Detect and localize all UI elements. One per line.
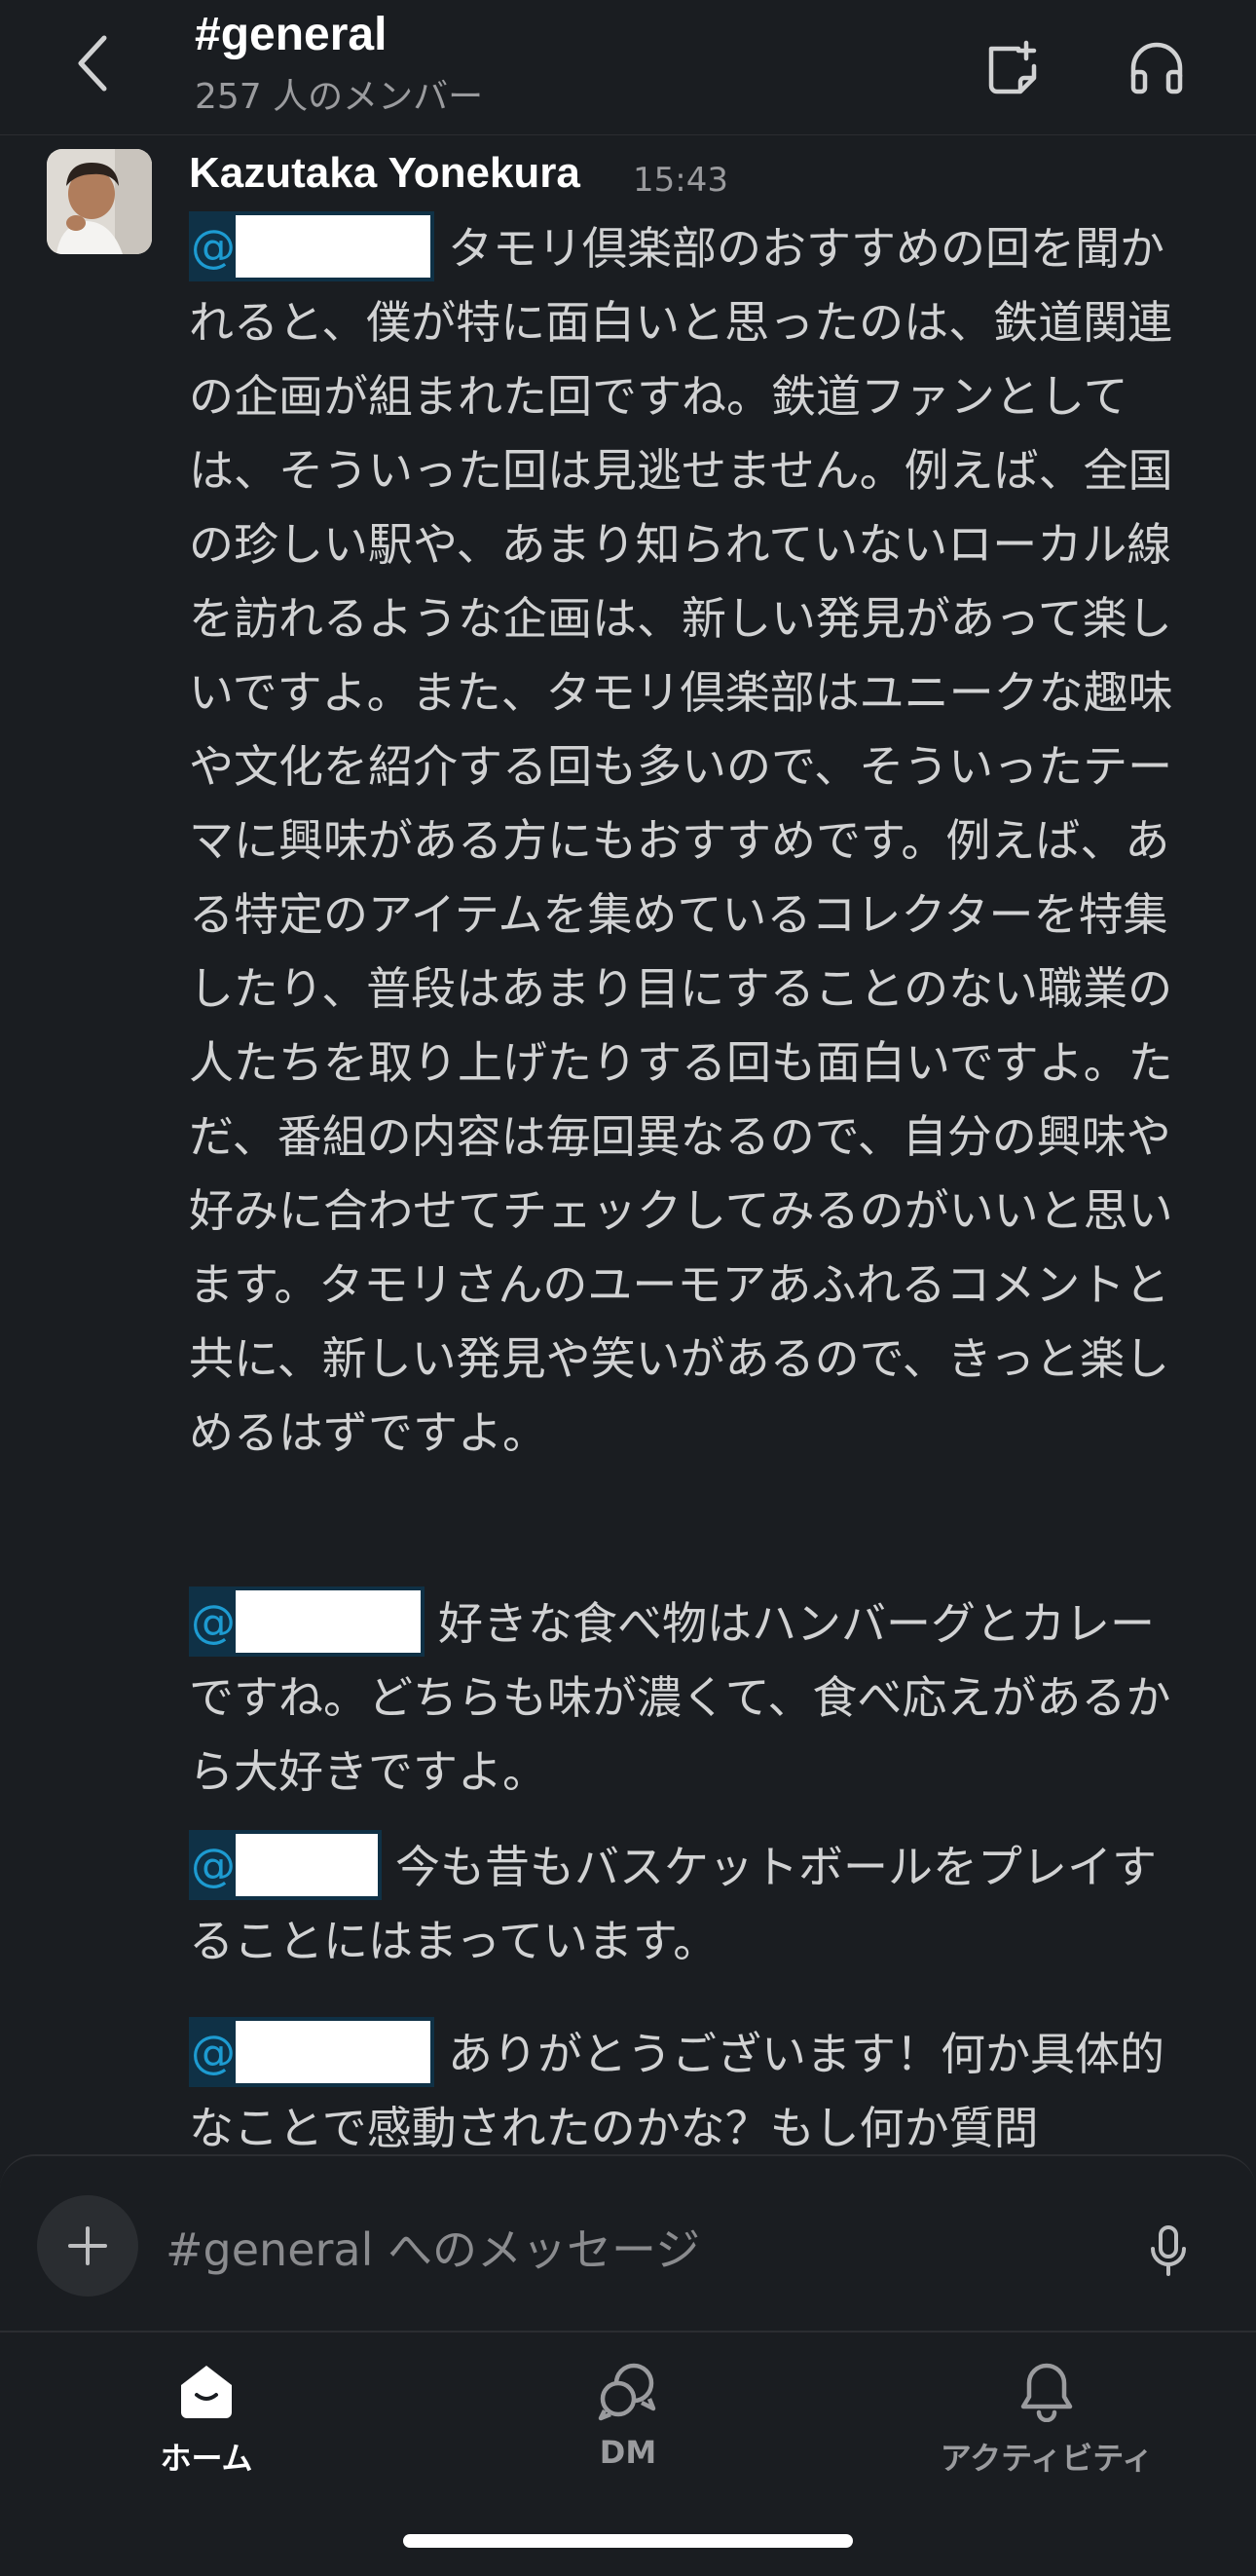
user-mention[interactable]: @ (189, 211, 434, 281)
avatar[interactable] (47, 149, 152, 254)
new-canvas-icon (988, 40, 1037, 94)
huddle-button[interactable] (1118, 29, 1196, 107)
tab-activity[interactable]: アクティビティ (901, 2352, 1193, 2498)
message-list[interactable]: Kazutaka Yonekura 15:43 @ タモリ倶楽部のおすすめの回を聞… (0, 135, 1256, 2153)
attach-button[interactable] (37, 2195, 138, 2296)
redacted-username (236, 215, 430, 278)
tab-home[interactable]: ホーム (60, 2352, 352, 2498)
home-indicator[interactable] (403, 2534, 853, 2548)
redacted-username (236, 1590, 421, 1653)
message-text[interactable]: @ タモリ倶楽部のおすすめの回を聞かれると、僕が特に面白いと思ったのは、鉄道関連の… (189, 211, 1192, 1470)
message-text[interactable]: @ ありがとうございます！何か具体的なことで感動されたのかな？もし何か質問 (189, 2017, 1192, 2153)
user-mention[interactable]: @ (189, 1830, 382, 1900)
bell-icon (1020, 2363, 1073, 2422)
microphone-icon (1151, 2225, 1186, 2276)
message-text[interactable]: @ 今も昔もバスケットボールをプレイすることにはまっています。 (189, 1830, 1192, 1978)
back-button[interactable] (58, 29, 127, 97)
tab-home-label: ホーム (160, 2440, 253, 2477)
redacted-username (236, 1834, 378, 1896)
message-input[interactable] (164, 2215, 1102, 2285)
channel-name[interactable]: #general (195, 8, 387, 61)
message-composer (0, 2154, 1256, 2332)
plus-icon (68, 2226, 107, 2265)
message-author[interactable]: Kazutaka Yonekura (189, 149, 580, 198)
tab-dm[interactable]: DM (482, 2352, 774, 2498)
headphones-icon (1130, 42, 1183, 94)
user-mention[interactable]: @ (189, 1587, 425, 1657)
chevron-left-icon (78, 35, 107, 92)
tab-dm-label: DM (599, 2434, 657, 2471)
new-canvas-button[interactable] (974, 29, 1052, 107)
voice-button[interactable] (1134, 2217, 1202, 2285)
channel-header: #general 257 人のメンバー (0, 0, 1256, 135)
home-icon (181, 2366, 232, 2418)
dm-bubbles-icon (598, 2363, 656, 2421)
user-avatar-photo (47, 149, 152, 254)
member-count[interactable]: 257 人のメンバー (195, 68, 483, 119)
tab-activity-label: アクティビティ (940, 2440, 1154, 2477)
message-timestamp: 15:43 (633, 161, 728, 200)
user-mention[interactable]: @ (189, 2017, 434, 2087)
redacted-username (236, 2021, 430, 2083)
message-text[interactable]: @ 好きな食べ物はハンバーグとカレーですね。どちらも味が濃くて、食べ応えがあるから… (189, 1587, 1192, 1809)
